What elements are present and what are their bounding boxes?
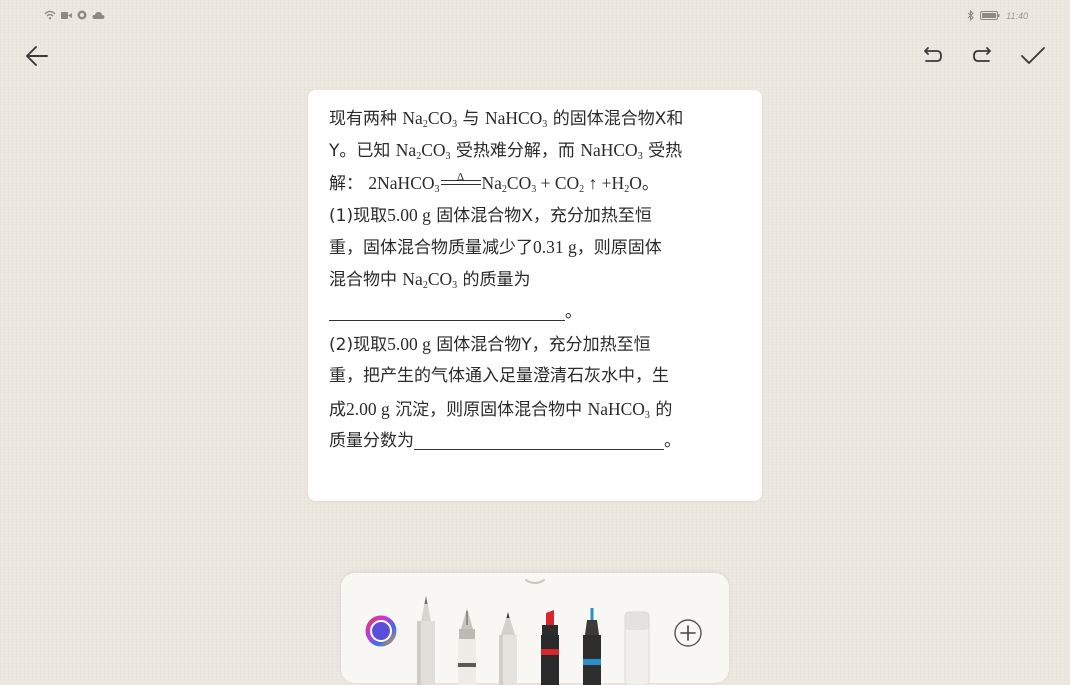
heat-equals-sign: Δ xyxy=(440,171,481,191)
fineliner-tool-icon[interactable] xyxy=(579,607,605,685)
fountain-pen-tool-icon[interactable] xyxy=(454,607,480,685)
question-line: 质量分数为。 xyxy=(329,430,681,451)
battery-icon xyxy=(980,11,1000,20)
done-button[interactable] xyxy=(1017,40,1049,72)
reaction-equation: 解： 2NaHCO3 Δ Na2CO3 + CO2 ↑ +H2O。 xyxy=(329,170,659,195)
eraser-tool-icon[interactable] xyxy=(622,611,652,685)
question-line: 混合物中 Na2CO3 的质量为 xyxy=(329,269,531,292)
add-tool-icon[interactable] xyxy=(673,618,703,648)
status-time: 11:40 xyxy=(1006,10,1028,21)
question-line: (2)现取5.00 g 固体混合物Y，充分加热至恒 xyxy=(329,334,651,356)
checkmark-icon xyxy=(1021,47,1045,64)
status-bar-left xyxy=(44,10,105,20)
question-line: 。 xyxy=(329,296,744,328)
question-line: 重，把产生的气体通入足量澄清石灰水中，生 xyxy=(329,366,669,387)
app-icon xyxy=(77,10,87,20)
redo-icon xyxy=(973,47,991,62)
back-arrow-icon xyxy=(26,46,48,66)
status-bar-right: 11:40 xyxy=(967,10,1028,21)
question-line: 成2.00 g 沉淀，则原固体混合物中 NaHCO3 的 xyxy=(329,398,673,421)
redo-button[interactable] xyxy=(967,40,999,72)
pen-tray xyxy=(341,573,729,685)
ballpoint-pen-tool-icon[interactable] xyxy=(495,611,521,685)
undo-icon xyxy=(924,47,942,62)
question-card: 现有两种 Na2CO3 与 NaHCO3 的固体混合物X和 Y。已知 Na2CO… xyxy=(308,90,762,501)
question-line: Y。已知 Na2CO3 受热难分解，而 NaHCO3 受热 xyxy=(329,140,683,163)
answer-blank-2 xyxy=(414,431,664,450)
wifi-icon xyxy=(44,10,56,20)
cloud-icon xyxy=(92,11,105,19)
question-text: 现有两种 Na2CO3 与 NaHCO3 的固体混合物X和 Y。已知 Na2CO… xyxy=(329,102,744,457)
question-line: 现有两种 Na2CO3 与 NaHCO3 的固体混合物X和 xyxy=(329,108,684,130)
back-button[interactable] xyxy=(21,40,53,72)
undo-button[interactable] xyxy=(916,40,948,72)
video-icon xyxy=(61,11,72,19)
question-line: 重，固体混合物质量减少了0.31 g，则原固体 xyxy=(329,237,662,259)
question-line: (1)现取5.00 g 固体混合物X，充分加热至恒 xyxy=(329,204,652,226)
collapse-handle-icon[interactable] xyxy=(524,577,546,587)
color-picker-icon[interactable] xyxy=(364,614,398,648)
pencil-tool-icon[interactable] xyxy=(413,595,439,685)
answer-blank-1 xyxy=(329,302,565,321)
marker-tool-icon[interactable] xyxy=(537,609,563,685)
bluetooth-icon xyxy=(967,10,974,21)
